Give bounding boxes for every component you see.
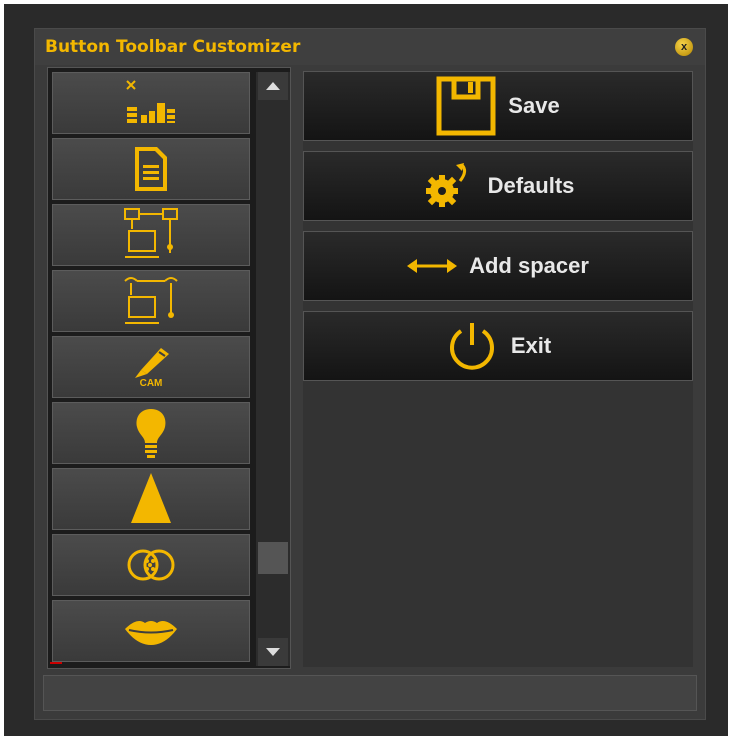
network-sync-icon xyxy=(124,277,178,324)
power-icon xyxy=(449,323,494,370)
light-bulb-icon xyxy=(136,409,166,458)
list-scrollbar[interactable] xyxy=(256,72,290,666)
toolbar-item-overlap[interactable] xyxy=(52,534,250,596)
document-icon xyxy=(135,147,167,191)
title-bar: Button Toolbar Customizer x xyxy=(35,29,705,65)
exit-label: Exit xyxy=(510,333,552,358)
close-button[interactable]: x xyxy=(675,38,693,56)
add-spacer-label: Add spacer xyxy=(469,253,589,278)
toolbar-item-document[interactable] xyxy=(52,138,250,200)
arrow-up-icon xyxy=(266,82,280,90)
window-title: Button Toolbar Customizer xyxy=(45,37,301,57)
lips-icon xyxy=(125,621,177,645)
toolbar-item-network-sync[interactable] xyxy=(52,270,250,332)
gear-reset-icon xyxy=(425,163,466,207)
exit-button[interactable]: Exit xyxy=(303,311,693,381)
scroll-down-button[interactable] xyxy=(258,638,288,666)
save-label: Save xyxy=(508,93,560,118)
scroll-up-button[interactable] xyxy=(258,72,288,100)
indicator-mark xyxy=(50,662,62,664)
save-button[interactable]: Save xyxy=(303,71,693,141)
cone-icon xyxy=(131,473,171,523)
actions-panel: Save Defaults Add spacer Exit xyxy=(303,71,693,667)
status-bar xyxy=(43,675,697,711)
scroll-thumb[interactable] xyxy=(258,542,288,574)
toolbar-button-list: CAM xyxy=(47,67,291,669)
add-spacer-button[interactable]: Add spacer xyxy=(303,231,693,301)
toolbar-item-network[interactable] xyxy=(52,204,250,266)
defaults-button[interactable]: Defaults xyxy=(303,151,693,221)
defaults-label: Defaults xyxy=(487,173,575,198)
cam-tool-icon xyxy=(135,347,169,378)
layout-arrange-icon xyxy=(126,80,175,123)
toolbar-customizer-window: Button Toolbar Customizer x CAM Save Def… xyxy=(34,28,706,720)
toolbar-item-lips[interactable] xyxy=(52,600,250,662)
toolbar-item-layout[interactable] xyxy=(52,72,250,134)
cam-label: CAM xyxy=(139,377,163,389)
toolbar-item-cam[interactable]: CAM xyxy=(52,336,250,398)
toolbar-item-cone[interactable] xyxy=(52,468,250,530)
network-computers-icon xyxy=(124,208,178,258)
double-arrow-icon xyxy=(407,259,458,273)
arrow-down-icon xyxy=(266,648,280,656)
save-icon xyxy=(436,76,496,136)
overlapping-circles-icon xyxy=(127,549,175,581)
toolbar-item-light[interactable] xyxy=(52,402,250,464)
